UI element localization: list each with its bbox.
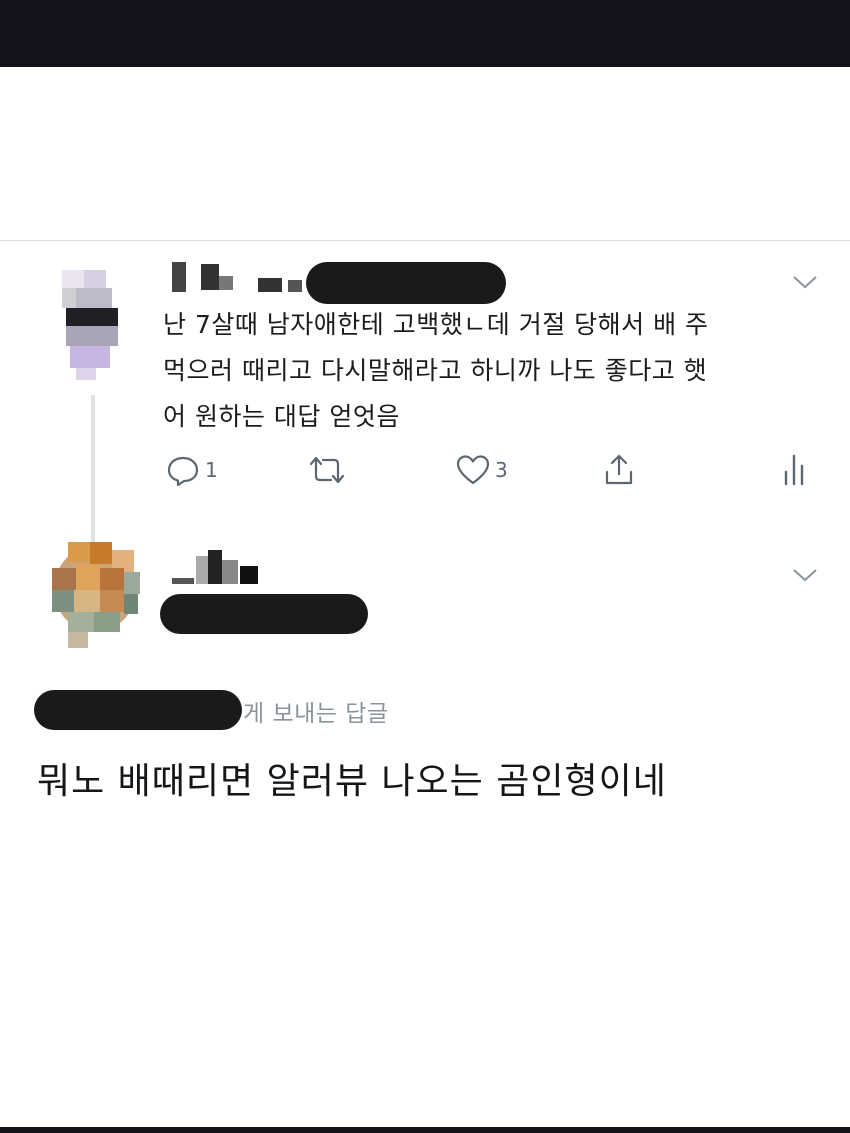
reply-button[interactable]: 1 — [165, 450, 218, 490]
reply-text[interactable]: 뭐노 배때리면 알러뷰 나오는 곰인형이네 — [37, 752, 667, 804]
tweet-text-line: 난 7살때 남자애한테 고백했ㄴ데 거절 당해서 배 주 — [163, 310, 709, 339]
analytics-icon — [784, 454, 804, 486]
retweet-button[interactable] — [305, 450, 349, 490]
tweet-text-line: 어 원하는 대답 얻엇음 — [163, 402, 400, 431]
replying-to-handle[interactable] — [34, 690, 242, 730]
like-button[interactable]: 3 — [455, 450, 508, 490]
chevron-down-icon[interactable] — [792, 274, 818, 290]
avatar[interactable] — [52, 270, 124, 380]
avatar[interactable] — [38, 532, 140, 650]
retweet-icon — [309, 456, 345, 484]
reply-count: 1 — [205, 458, 218, 482]
like-icon — [456, 455, 490, 485]
share-icon — [605, 454, 633, 485]
share-button[interactable] — [601, 450, 637, 490]
tweet-text: 난 7살때 남자애한테 고백했ㄴ데 거절 당해서 배 주 먹으러 때리고 다시말… — [163, 302, 803, 440]
bottom-bar — [0, 1127, 850, 1133]
divider — [0, 240, 850, 241]
tweet-actions: 1 3 — [0, 450, 850, 490]
like-count: 3 — [495, 458, 508, 482]
tweet-text-line: 먹으러 때리고 다시말해라고 하니까 나도 좋다고 햇 — [163, 356, 708, 385]
replying-to-label: 게 보내는 답글 — [243, 701, 389, 727]
chevron-down-icon[interactable] — [792, 567, 818, 583]
status-bar — [0, 0, 850, 67]
analytics-button[interactable] — [777, 450, 813, 490]
reply-icon — [167, 456, 199, 487]
